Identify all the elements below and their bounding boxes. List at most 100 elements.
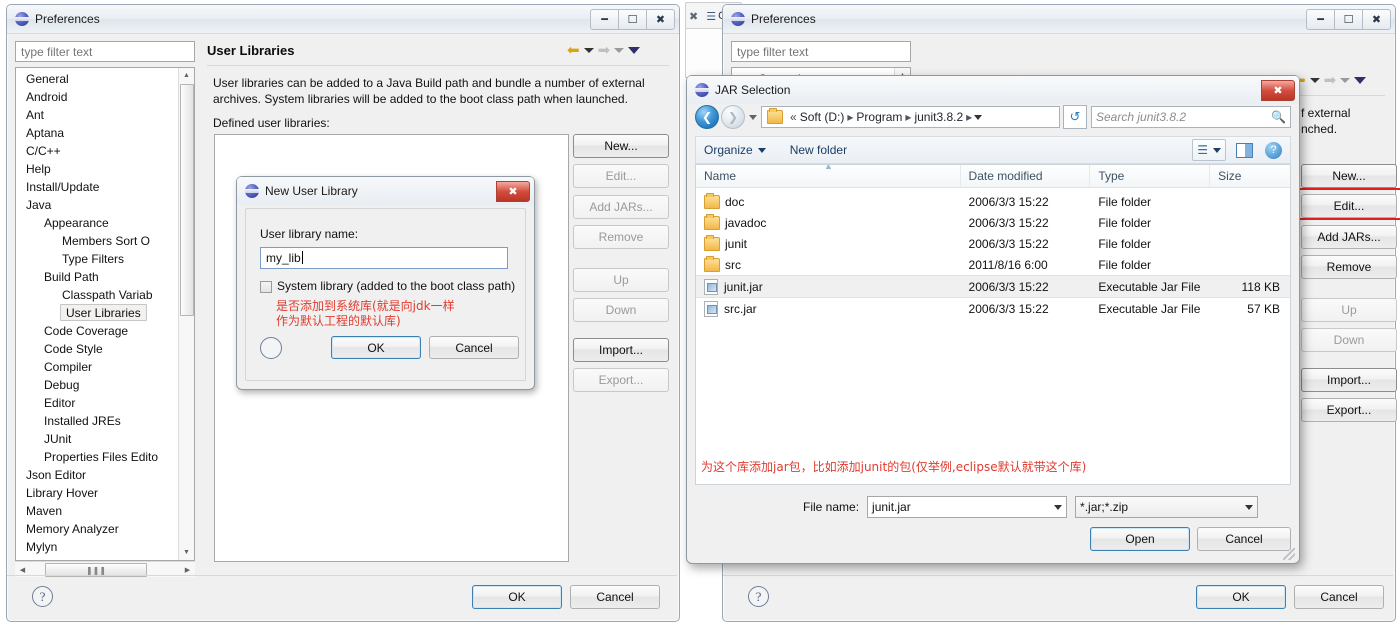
pane-menu-dropdown-icon[interactable]	[1354, 77, 1367, 84]
breadcrumb-segment[interactable]: junit3.8.2	[914, 110, 963, 124]
sidebar-item-build-path[interactable]: Build Path	[16, 268, 179, 286]
table-row[interactable]: javadoc 2006/3/3 15:22 File folder	[696, 212, 1290, 233]
add-jars-button[interactable]: Add JARs...	[1301, 225, 1397, 249]
filter-input-1[interactable]	[15, 41, 195, 62]
sidebar-item-code-style[interactable]: Code Style	[16, 340, 179, 358]
tree-vertical-scrollbar-1[interactable]: ▲ ▼	[178, 68, 194, 560]
back-icon[interactable]: ❮	[695, 105, 719, 129]
sidebar-item-installed-jres[interactable]: Installed JREs	[16, 412, 179, 430]
ok-button-2[interactable]: OK	[1196, 585, 1286, 609]
breadcrumb-segment[interactable]: Program	[856, 110, 902, 124]
breadcrumb[interactable]: «Soft (D:) ▸ Program ▸ junit3.8.2 ▸	[788, 110, 974, 124]
file-name-combo[interactable]: junit.jar	[867, 496, 1068, 518]
help-icon-jar[interactable]: ?	[1265, 141, 1282, 159]
search-icon[interactable]: 🔍	[1271, 110, 1286, 124]
sidebar-item-user-libraries[interactable]: User Libraries	[16, 304, 179, 322]
nul-cancel-button[interactable]: Cancel	[429, 336, 519, 359]
export-button[interactable]: Export...	[1301, 398, 1397, 422]
sidebar-item-memory-analyzer[interactable]: Memory Analyzer	[16, 520, 179, 538]
filter-input-2[interactable]	[731, 41, 911, 62]
minimize-button[interactable]: ━	[590, 8, 619, 30]
nul-ok-button[interactable]: OK	[331, 336, 421, 359]
pane-menu-dropdown-icon[interactable]	[628, 47, 641, 54]
close-icon[interactable]: ✖	[496, 180, 530, 202]
table-row[interactable]: junit 2006/3/3 15:22 File folder	[696, 233, 1290, 254]
chevron-down-icon[interactable]	[1213, 147, 1221, 153]
chevron-down-icon[interactable]	[1245, 504, 1254, 510]
window2-titlebar[interactable]: Preferences ━ ☐ ✖	[723, 5, 1395, 34]
sidebar-item-java[interactable]: Java	[16, 196, 179, 214]
close-icon[interactable]: ✖	[1261, 79, 1295, 101]
column-header-type[interactable]: Type	[1090, 165, 1211, 187]
cancel-button-1[interactable]: Cancel	[570, 585, 660, 609]
breadcrumb-segment[interactable]: Soft (D:)	[800, 110, 845, 124]
back-arrow-icon[interactable]: ⬅	[567, 43, 580, 58]
file-type-filter-combo[interactable]: *.jar;*.zip	[1075, 496, 1259, 518]
sidebar-item-editor[interactable]: Editor	[16, 394, 179, 412]
maximize-button[interactable]: ☐	[1334, 8, 1363, 30]
library-name-input[interactable]: my_lib	[260, 247, 508, 269]
resize-grip[interactable]	[1283, 548, 1295, 560]
sidebar-item-classpath-variab[interactable]: Classpath Variab	[16, 286, 179, 304]
refresh-icon[interactable]: ↺	[1063, 105, 1087, 129]
sidebar-item-general[interactable]: General	[16, 70, 179, 88]
file-list[interactable]: Name ▲ Date modified Type Size doc 2006/3…	[695, 164, 1291, 485]
help-icon-1[interactable]: ?	[32, 586, 53, 607]
column-header-name[interactable]: Name ▲	[696, 165, 961, 187]
chevron-down-icon[interactable]	[1054, 504, 1063, 510]
sidebar-item-compiler[interactable]: Compiler	[16, 358, 179, 376]
preferences-tree-1[interactable]: General Android Ant Aptana C/C++ Help Install/…	[15, 67, 195, 561]
edit-button[interactable]: Edit...	[1301, 194, 1397, 218]
open-button[interactable]: Open	[1090, 527, 1190, 551]
sidebar-item-appearance[interactable]: Appearance	[16, 214, 179, 232]
breadcrumb-separator-icon[interactable]: ▸	[847, 110, 853, 124]
preview-pane-icon[interactable]	[1236, 142, 1253, 158]
import-button[interactable]: Import...	[1301, 368, 1397, 392]
cancel-button-2[interactable]: Cancel	[1294, 585, 1384, 609]
import-button[interactable]: Import...	[573, 338, 669, 362]
sidebar-item-aptana[interactable]: Aptana	[16, 124, 179, 142]
sidebar-item-help[interactable]: Help	[16, 160, 179, 178]
view-mode-button[interactable]: ☰	[1192, 139, 1226, 161]
help-icon-nul[interactable]	[260, 337, 282, 359]
breadcrumb-separator-icon[interactable]: ▸	[905, 110, 911, 124]
breadcrumb-separator-icon[interactable]: ▸	[966, 110, 972, 124]
organize-menu[interactable]: Organize	[704, 143, 766, 157]
scroll-down-arrow[interactable]: ▼	[179, 545, 194, 560]
new-user-library-dialog[interactable]: New User Library ✖ User library name: my…	[236, 176, 535, 390]
sidebar-item-members-sort-o[interactable]: Members Sort O	[16, 232, 179, 250]
sidebar-item-maven[interactable]: Maven	[16, 502, 179, 520]
sidebar-item-library-hover[interactable]: Library Hover	[16, 484, 179, 502]
column-header-size[interactable]: Size	[1210, 165, 1290, 187]
maximize-button[interactable]: ☐	[618, 8, 647, 30]
ok-button-1[interactable]: OK	[472, 585, 562, 609]
recent-locations-dropdown-icon[interactable]	[749, 114, 757, 120]
jar-cancel-button[interactable]: Cancel	[1197, 527, 1291, 551]
table-row[interactable]: src.jar 2006/3/3 15:22 Executable Jar File…	[696, 298, 1290, 319]
sidebar-item-json-editor[interactable]: Json Editor	[16, 466, 179, 484]
minimize-button[interactable]: ━	[1306, 8, 1335, 30]
column-header-date[interactable]: Date modified	[961, 165, 1091, 187]
breadcrumb-overflow-icon[interactable]: «	[790, 110, 797, 124]
sidebar-item-ant[interactable]: Ant	[16, 106, 179, 124]
table-row[interactable]: doc 2006/3/3 15:22 File folder	[696, 191, 1290, 212]
sidebar-item-install-update[interactable]: Install/Update	[16, 178, 179, 196]
new-folder-button[interactable]: New folder	[790, 143, 847, 157]
search-input[interactable]: Search junit3.8.2 🔍	[1091, 106, 1291, 128]
scroll-up-arrow[interactable]: ▲	[179, 68, 194, 83]
sidebar-item-properties-files-edito[interactable]: Properties Files Edito	[16, 448, 179, 466]
close-button[interactable]: ✖	[1362, 8, 1391, 30]
jar-selection-dialog[interactable]: JAR Selection ✖ ❮ ❯ «Soft (D:) ▸ Program ▸ j…	[686, 75, 1300, 564]
sidebar-item-code-coverage[interactable]: Code Coverage	[16, 322, 179, 340]
forward-history-dropdown-icon[interactable]	[614, 48, 625, 53]
forward-history-dropdown-icon[interactable]	[1340, 78, 1351, 83]
sidebar-item-debug[interactable]: Debug	[16, 376, 179, 394]
address-bar[interactable]: «Soft (D:) ▸ Program ▸ junit3.8.2 ▸	[761, 106, 1060, 128]
system-library-checkbox[interactable]	[260, 281, 272, 293]
sidebar-item-type-filters[interactable]: Type Filters	[16, 250, 179, 268]
back-history-dropdown-icon[interactable]	[583, 48, 594, 53]
sidebar-item-android[interactable]: Android	[16, 88, 179, 106]
jar-titlebar[interactable]: JAR Selection ✖	[687, 76, 1299, 104]
scroll-thumb[interactable]	[180, 84, 194, 316]
help-icon-2[interactable]: ?	[748, 586, 769, 607]
